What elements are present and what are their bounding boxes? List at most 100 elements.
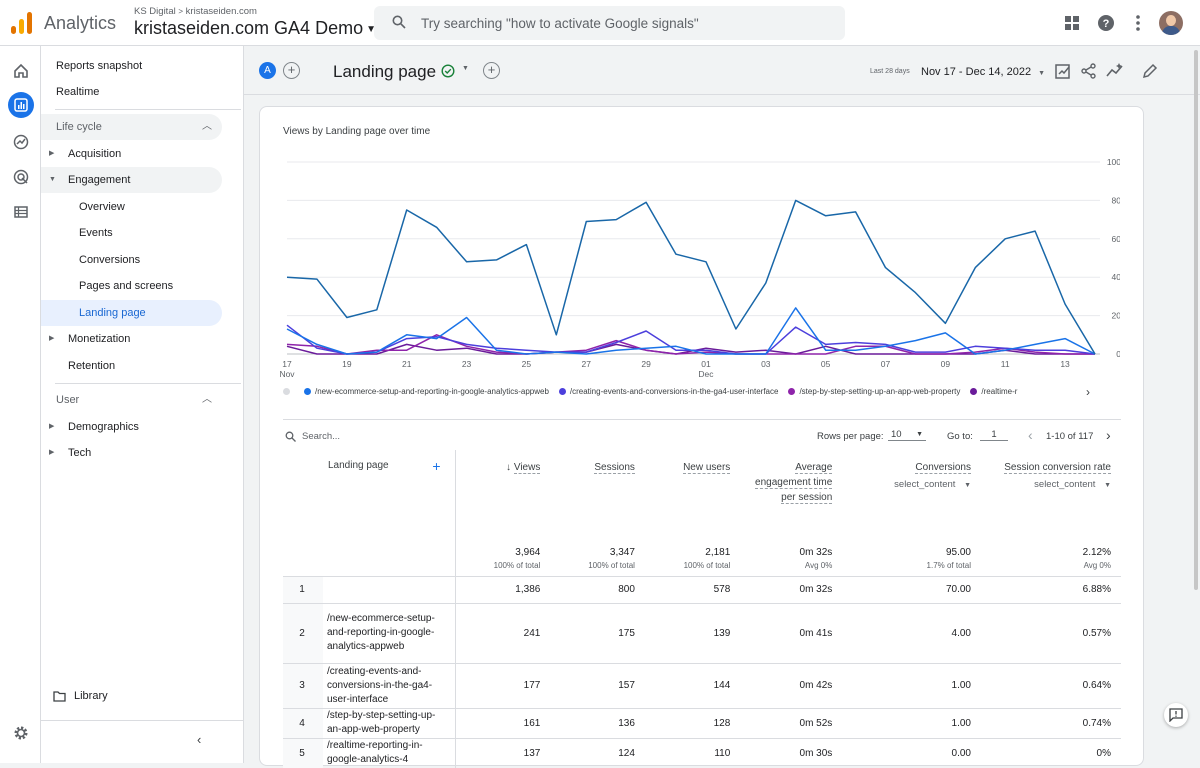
row-new-users: 110 (644, 737, 741, 768)
col-header-landing-page[interactable]: Landing page + (283, 450, 456, 536)
legend-item[interactable]: /step-by-step-setting-up-an-app-web-prop… (788, 387, 960, 396)
legend-next-icon[interactable]: › (1086, 385, 1090, 399)
section-user[interactable]: User ︿ (41, 387, 222, 413)
y-tick-label: 80 (1112, 195, 1120, 205)
caret-down-icon: ▼ (49, 176, 56, 183)
feedback-button[interactable] (1164, 703, 1188, 727)
collapse-sidebar-icon[interactable]: ‹ (197, 732, 201, 747)
chart-legend: /new-ecommerce-setup-and-reporting-in-go… (283, 387, 1123, 401)
legend-item[interactable]: /realtime-r (970, 387, 1017, 396)
date-range-picker[interactable]: Nov 17 - Dec 14, 2022 ▼ (921, 66, 1045, 78)
total-sub: 100% of total (588, 560, 635, 570)
search-icon (392, 15, 406, 29)
settings-gear-icon[interactable] (10, 722, 31, 743)
configure-icon[interactable] (10, 201, 31, 222)
nav-engagement-conversions[interactable]: Conversions (41, 247, 222, 273)
nav-engagement-events[interactable]: Events (41, 220, 222, 246)
col-header-views[interactable]: ↓ Views (455, 450, 550, 536)
svg-text:?: ? (1103, 18, 1110, 30)
add-dimension-icon[interactable]: + (432, 458, 440, 474)
account-breadcrumb[interactable]: KS Digital > kristaseiden.com (134, 6, 257, 17)
apps-grid-icon[interactable] (1061, 12, 1083, 34)
total-value: 2.12% (1082, 546, 1111, 558)
customize-report-icon[interactable] (1054, 62, 1072, 80)
caret-right-icon: ▶ (49, 423, 55, 430)
data-table: Landing page + ↓ Views Sessions New users… (283, 450, 1121, 768)
comparison-badge[interactable]: A (259, 62, 276, 79)
conversion-rate-event-select[interactable]: select_content ▼ (989, 479, 1111, 490)
search-bar[interactable] (374, 6, 845, 40)
add-comparison-icon[interactable]: + (283, 62, 300, 79)
table-row[interactable]: 3 /creating-events-and-conversions-in-th… (283, 662, 1121, 708)
total-value: 95.00 (945, 546, 971, 558)
next-page-icon[interactable]: › (1106, 427, 1111, 443)
reports-icon[interactable] (8, 92, 34, 118)
add-filter-icon[interactable]: + (483, 62, 500, 79)
table-search-input[interactable]: Search... (302, 431, 340, 442)
row-avg-engagement: 0m 42s (740, 662, 843, 708)
col-header-conversions[interactable]: Conversions select_content ▼ (842, 450, 981, 536)
advertising-icon[interactable] (10, 166, 31, 187)
rows-per-page-select[interactable]: 10 ▼ (888, 429, 926, 441)
nav-retention[interactable]: Retention (41, 353, 222, 379)
page-scrollbar[interactable] (1194, 50, 1198, 590)
nav-acquisition[interactable]: ▶ Acquisition (41, 141, 222, 167)
row-new-users: 128 (644, 707, 741, 738)
totals-label-cell (283, 536, 456, 576)
conversion-event-select[interactable]: select_content ▼ (850, 479, 971, 490)
property-selector[interactable]: kristaseiden.com GA4 Demo ▼ (134, 18, 376, 39)
col-header-new-users[interactable]: New users (645, 450, 740, 536)
section-lifecycle[interactable]: Life cycle ︿ (41, 114, 222, 140)
user-avatar[interactable] (1159, 11, 1183, 35)
nav-item-label: Pages and screens (79, 280, 174, 292)
folder-icon (53, 691, 66, 702)
nav-realtime[interactable]: Realtime (56, 79, 99, 105)
x-tick-sublabel: Dec (698, 369, 714, 377)
explore-icon[interactable] (10, 131, 31, 152)
row-index: 3 (283, 662, 323, 708)
nav-engagement-label: Engagement (68, 174, 131, 186)
insights-icon[interactable] (1106, 62, 1124, 80)
row-views: 137 (455, 737, 551, 768)
nav-engagement-landing-page[interactable]: Landing page (41, 300, 222, 326)
nav-tech[interactable]: ▶ Tech (41, 440, 222, 466)
nav-monetization[interactable]: ▶ Monetization (41, 326, 222, 352)
col-header-session-conversion-rate[interactable]: Session conversion rate select_content ▼ (981, 450, 1121, 536)
nav-demographics-label: Demographics (68, 421, 139, 433)
x-tick-label: 09 (941, 359, 951, 369)
search-input[interactable] (421, 11, 821, 35)
col-header-avg-engagement[interactable]: Average engagement time per session (740, 450, 842, 536)
nav-engagement[interactable]: ▼ Engagement (41, 167, 222, 193)
table-row[interactable]: 2 /new-ecommerce-setup-and-reporting-in-… (283, 602, 1121, 663)
legend-item[interactable] (283, 387, 294, 396)
table-row[interactable]: 1 1,386 800 578 0m 32s 70.00 6.88% (283, 575, 1121, 603)
goto-page-input[interactable]: 1 (980, 429, 1008, 441)
nav-reports-snapshot[interactable]: Reports snapshot (56, 53, 142, 79)
legend-item[interactable]: /new-ecommerce-setup-and-reporting-in-go… (304, 387, 549, 396)
edit-pencil-icon[interactable] (1141, 62, 1159, 80)
table-row[interactable]: 5 /realtime-reporting-in-google-analytic… (283, 737, 1121, 768)
legend-item[interactable]: /creating-events-and-conversions-in-the-… (558, 387, 778, 396)
nav-engagement-overview[interactable]: Overview (41, 194, 222, 220)
nav-demographics[interactable]: ▶ Demographics (41, 414, 222, 440)
share-icon[interactable] (1080, 62, 1098, 80)
reports-sidebar: Reports snapshot Realtime Life cycle ︿ ▶… (41, 46, 244, 763)
section-user-label: User (56, 394, 80, 406)
row-new-users: 144 (644, 662, 741, 708)
more-vert-icon[interactable] (1127, 12, 1149, 34)
row-index: 4 (283, 707, 323, 738)
table-toolbar: Search... Rows per page: 10 ▼ Go to: 1 ‹ … (283, 422, 1121, 452)
row-conversions: 70.00 (842, 575, 981, 603)
table-row[interactable]: 4 /step-by-step-setting-up-an-app-web-pr… (283, 707, 1121, 738)
pagination-text: 1-10 of 117 (1046, 431, 1094, 442)
nav-library[interactable]: Library (41, 683, 222, 709)
help-icon[interactable]: ? (1095, 12, 1117, 34)
report-status-pill[interactable]: ▼ (436, 61, 478, 81)
total-sub: 100% of total (493, 560, 541, 570)
home-icon[interactable] (10, 60, 31, 81)
col-header-sessions[interactable]: Sessions (550, 450, 645, 536)
legend-dot-icon (283, 388, 290, 395)
totals-row: 3,964 100% of total 3,347 100% of total 2,… (283, 536, 1121, 576)
nav-engagement-pages-screens[interactable]: Pages and screens (41, 273, 222, 299)
prev-page-icon[interactable]: ‹ (1028, 427, 1033, 443)
